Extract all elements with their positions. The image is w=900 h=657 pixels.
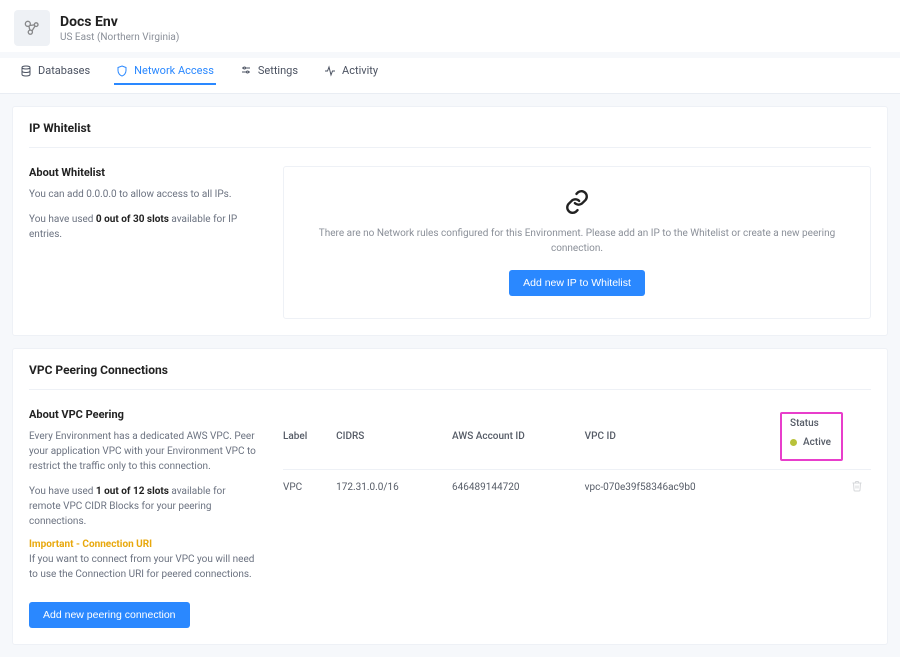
- tab-label: Settings: [258, 64, 298, 77]
- tab-network-access[interactable]: Network Access: [114, 58, 216, 85]
- activity-icon: [324, 65, 336, 77]
- tab-label: Activity: [342, 64, 378, 77]
- status-cell: Active: [790, 437, 831, 448]
- about-vpc-slots: You have used 1 out of 12 slots availabl…: [29, 484, 259, 529]
- col-label: Label: [283, 408, 336, 470]
- about-whitelist-line2: You have used 0 out of 30 slots availabl…: [29, 212, 259, 242]
- whitelist-empty-message: There are no Network rules configured fo…: [317, 226, 837, 256]
- add-peering-button[interactable]: Add new peering connection: [29, 602, 190, 628]
- tab-databases[interactable]: Databases: [18, 58, 92, 85]
- env-header: Docs Env US East (Northern Virginia): [0, 0, 900, 52]
- status-highlight-box: Status Active: [780, 412, 843, 461]
- section-heading-vpc: VPC Peering Connections: [29, 363, 871, 390]
- molecule-icon: [22, 18, 42, 38]
- about-vpc-title: About VPC Peering: [29, 408, 259, 421]
- about-whitelist-line1: You can add 0.0.0.0 to allow access to a…: [29, 187, 259, 202]
- cell-aws: 646489144720: [452, 470, 585, 506]
- col-cidrs: CIDRS: [336, 408, 452, 470]
- tab-label: Databases: [38, 64, 90, 77]
- delete-peering-icon[interactable]: [851, 484, 863, 495]
- section-heading-whitelist: IP Whitelist: [29, 121, 871, 148]
- peering-table: Label CIDRS AWS Account ID VPC ID Status…: [283, 408, 871, 505]
- cell-cidrs: 172.31.0.0/16: [336, 470, 452, 506]
- env-title: Docs Env: [60, 14, 179, 30]
- link-icon: [314, 189, 840, 218]
- env-region: US East (Northern Virginia): [60, 32, 179, 43]
- col-status: Status: [790, 418, 831, 429]
- tab-activity[interactable]: Activity: [322, 58, 380, 85]
- status-value: Active: [803, 437, 831, 448]
- sliders-icon: [240, 65, 252, 77]
- database-icon: [20, 65, 32, 77]
- col-vpcid: VPC ID: [585, 408, 780, 470]
- status-dot-icon: [790, 439, 797, 446]
- cell-vpcid: vpc-070e39f58346ac9b0: [585, 470, 780, 506]
- vpc-peering-card: VPC Peering Connections About VPC Peerin…: [12, 348, 888, 645]
- env-avatar: [14, 10, 50, 46]
- important-label: Important - Connection URI: [29, 539, 259, 550]
- about-vpc-text: Every Environment has a dedicated AWS VP…: [29, 429, 259, 474]
- ip-whitelist-card: IP Whitelist About Whitelist You can add…: [12, 106, 888, 336]
- cell-label: VPC: [283, 470, 336, 506]
- whitelist-empty-state: There are no Network rules configured fo…: [283, 166, 871, 319]
- main-tabs: Databases Network Access Settings Activi…: [0, 58, 900, 94]
- important-text: If you want to connect from your VPC you…: [29, 552, 259, 582]
- col-status-wrap: Status Active: [780, 408, 851, 470]
- tab-settings[interactable]: Settings: [238, 58, 300, 85]
- shield-icon: [116, 65, 128, 77]
- tab-label: Network Access: [134, 64, 214, 77]
- table-row: VPC 172.31.0.0/16 646489144720 vpc-070e3…: [283, 470, 871, 506]
- about-whitelist-title: About Whitelist: [29, 166, 259, 179]
- col-aws: AWS Account ID: [452, 408, 585, 470]
- add-ip-button[interactable]: Add new IP to Whitelist: [509, 270, 645, 296]
